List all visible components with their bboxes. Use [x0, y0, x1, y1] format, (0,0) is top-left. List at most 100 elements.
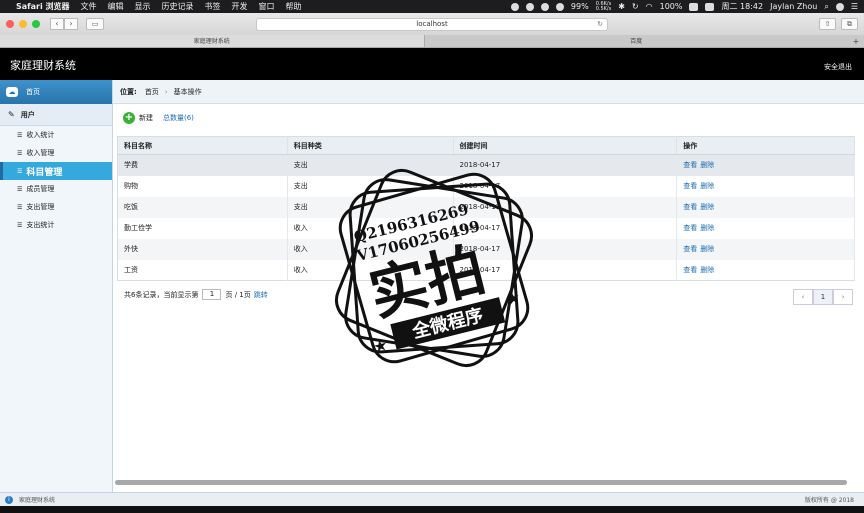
menu-window[interactable]: 窗口 [259, 1, 275, 12]
cell-type: 收入 [287, 238, 454, 260]
menu-bookmarks[interactable]: 书签 [205, 1, 221, 12]
sidebar-group-user[interactable]: ✎ 用户 [0, 104, 112, 126]
column-header-type[interactable]: 科目种类 [287, 136, 454, 155]
user-name[interactable]: Jaylan Zhou [770, 2, 817, 11]
clock[interactable]: 周二 18:42 [721, 1, 763, 12]
pagination-of: 页 / 1页 [225, 290, 251, 299]
view-link[interactable]: 查看 [683, 182, 697, 190]
battery-text: 100% [659, 2, 683, 11]
list-icon: ☰ [17, 167, 22, 175]
view-link[interactable]: 查看 [683, 266, 697, 274]
table-row[interactable]: 勤工俭学 收入 2018-04-17 查看 删除 [117, 217, 855, 239]
table-row[interactable]: 吃饭 支出 2018-04-17 查看 删除 [117, 196, 855, 218]
menu-view[interactable]: 显示 [135, 1, 151, 12]
menu-app-name[interactable]: Safari 浏览器 [16, 1, 70, 12]
cell-type: 收入 [287, 217, 454, 239]
cell-actions: 查看 删除 [676, 154, 855, 176]
address-bar[interactable]: localhost ↻ [256, 17, 608, 31]
delete-link[interactable]: 删除 [700, 224, 714, 232]
sidebar-item-label: 支出管理 [26, 203, 55, 211]
penguin-icon[interactable] [525, 2, 534, 11]
bluetooth-icon[interactable]: ✱ [618, 2, 625, 11]
tabs-overview-icon[interactable]: ⧉ [841, 18, 858, 30]
spotlight-icon[interactable]: ⌕ [824, 2, 828, 12]
sidebar-item-expense-manage[interactable]: ☰ 支出管理 [0, 198, 112, 216]
delete-link[interactable]: 删除 [700, 245, 714, 253]
sidebar-home[interactable]: ☁ 首页 [0, 80, 112, 104]
prev-page-button[interactable]: ‹ [793, 289, 813, 305]
new-button[interactable]: 新建 [139, 113, 153, 123]
circle-status-icon[interactable] [555, 2, 564, 11]
jump-link[interactable]: 跳转 [254, 290, 268, 300]
minimize-window-button[interactable] [19, 20, 27, 28]
wifi-icon[interactable]: ◠ [646, 2, 653, 11]
column-header-actions: 操作 [676, 136, 855, 155]
qq-icon[interactable] [510, 2, 519, 11]
menu-edit[interactable]: 编辑 [108, 1, 124, 12]
zoom-window-button[interactable] [32, 20, 40, 28]
siri-icon[interactable] [835, 2, 844, 11]
sidebar-item-member-manage[interactable]: ☰ 成员管理 [0, 180, 112, 198]
action-bar: + 新建 总数量(6) [113, 104, 864, 132]
share-icon[interactable]: ⇧ [819, 18, 836, 30]
cell-name: 勤工俭学 [117, 217, 288, 239]
tab-baidu[interactable]: 百度 [425, 35, 849, 47]
tab-family-finance[interactable]: 家庭理财系统 [0, 35, 425, 47]
network-speed: 0.6K/s 0.5K/s [595, 1, 612, 12]
view-link[interactable]: 查看 [683, 161, 697, 169]
page-1-button[interactable]: 1 [813, 289, 833, 305]
info-icon: i [5, 495, 13, 504]
logout-link[interactable]: 安全退出 [824, 62, 852, 72]
table-row[interactable]: 工资 收入 2018-04-17 查看 删除 [117, 259, 855, 281]
forward-button[interactable]: › [64, 18, 78, 30]
delete-link[interactable]: 删除 [700, 203, 714, 211]
next-page-button[interactable]: › [833, 289, 853, 305]
close-window-button[interactable] [6, 20, 14, 28]
view-link[interactable]: 查看 [683, 245, 697, 253]
menubar-status-area: 99% 0.6K/s 0.5K/s ✱ ↻ ◠ 100% 周二 18:42 Jay… [510, 1, 858, 12]
table-row[interactable]: 学费 支出 2018-04-17 查看 删除 [117, 154, 855, 176]
pagination-summary: 共6条记录，当前显示第 [124, 290, 199, 299]
sidebar-toggle-icon[interactable]: ▭ [86, 18, 104, 30]
net-down: 0.5K/s [595, 5, 612, 12]
scrollbar-thumb[interactable] [115, 480, 847, 485]
sidebar-item-income-manage[interactable]: ☰ 收入管理 [0, 144, 112, 162]
battery-icon[interactable] [689, 2, 699, 11]
menu-help[interactable]: 帮助 [286, 1, 302, 12]
sidebar-item-expense-stats[interactable]: ☰ 支出统计 [0, 216, 112, 234]
cell-name: 学费 [117, 154, 288, 176]
delete-link[interactable]: 删除 [700, 182, 714, 190]
table-row[interactable]: 购物 支出 2018-04-17 查看 删除 [117, 175, 855, 197]
menu-file[interactable]: 文件 [81, 1, 97, 12]
delete-link[interactable]: 删除 [700, 266, 714, 274]
sync-icon[interactable]: ↻ [632, 2, 639, 11]
reload-icon[interactable]: ↻ [597, 19, 603, 30]
page-number-input[interactable]: 1 [202, 289, 222, 300]
table-row[interactable]: 外快 收入 2018-04-17 查看 删除 [117, 238, 855, 260]
footer-label: 家庭理财系统 [19, 497, 56, 504]
dock-strip [0, 506, 864, 513]
add-icon[interactable]: + [123, 112, 135, 124]
app-status-icon[interactable] [705, 2, 715, 11]
browser-tab-bar: 家庭理财系统 百度 + [0, 35, 864, 48]
column-header-name[interactable]: 科目名称 [117, 136, 288, 155]
cell-name: 吃饭 [117, 196, 288, 218]
view-link[interactable]: 查看 [683, 224, 697, 232]
menu-history[interactable]: 历史记录 [162, 1, 194, 12]
sidebar-item-income-stats[interactable]: ☰ 收入统计 [0, 126, 112, 144]
toolbar-right: ⇧ ⧉ [819, 18, 858, 30]
column-header-created[interactable]: 创建时间 [453, 136, 678, 155]
menu-develop[interactable]: 开发 [232, 1, 248, 12]
notification-center-icon[interactable]: ☰ [851, 2, 858, 11]
breadcrumb-home[interactable]: 首页 [145, 87, 159, 97]
cell-type: 支出 [287, 154, 454, 176]
back-button[interactable]: ‹ [50, 18, 64, 30]
wechat-icon[interactable] [540, 2, 549, 11]
new-tab-icon[interactable]: + [848, 35, 864, 47]
battery-percent-text: 99% [570, 2, 589, 11]
sidebar-item-subject-manage[interactable]: ☰ 科目管理 [0, 162, 112, 180]
delete-link[interactable]: 删除 [700, 161, 714, 169]
horizontal-scrollbar[interactable] [115, 480, 847, 485]
cell-actions: 查看 删除 [676, 175, 855, 197]
view-link[interactable]: 查看 [683, 203, 697, 211]
